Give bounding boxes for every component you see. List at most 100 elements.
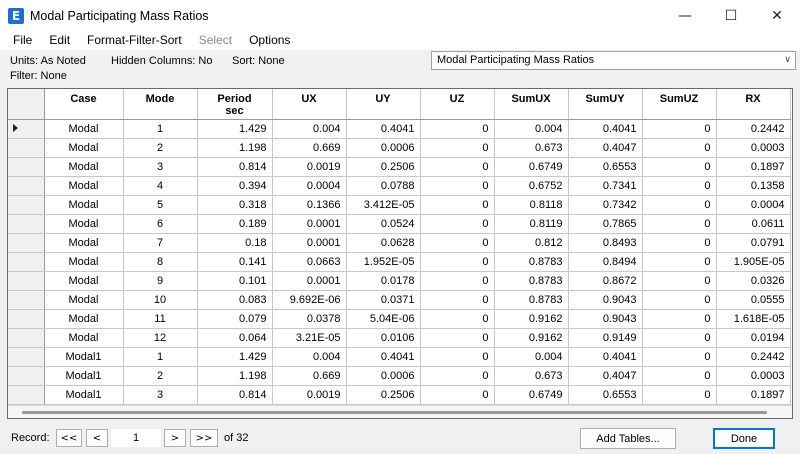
table-cell[interactable]: 0.0194 — [716, 328, 791, 348]
table-cell[interactable]: 0 — [420, 119, 495, 139]
table-cell[interactable]: 0.4041 — [346, 119, 421, 139]
row-selector[interactable] — [8, 366, 45, 386]
table-cell[interactable]: 0.9149 — [568, 328, 643, 348]
table-cell[interactable]: 0.0019 — [272, 157, 347, 177]
table-row[interactable]: Modal 10 0.083 9.692E-06 0.0371 0 0.8783 0.9043… — [8, 290, 791, 310]
row-selector[interactable] — [8, 271, 45, 291]
table-cell[interactable]: 6 — [123, 214, 198, 234]
table-cell[interactable]: 0 — [642, 252, 717, 272]
table-cell[interactable]: 0.669 — [272, 138, 347, 158]
table-row[interactable]: Modal1 2 1.198 0.669 0.0006 0 0.673 0.4047 0 0.00… — [8, 366, 791, 386]
scrollbar-thumb[interactable] — [22, 411, 767, 414]
table-cell[interactable]: 0 — [642, 366, 717, 386]
table-cell[interactable]: Modal — [44, 157, 124, 177]
table-cell[interactable]: 0.8493 — [568, 233, 643, 253]
table-cell[interactable]: 0 — [420, 252, 495, 272]
table-cell[interactable]: 0 — [420, 271, 495, 291]
row-selector[interactable] — [8, 252, 45, 272]
table-cell[interactable]: 0 — [420, 233, 495, 253]
table-cell[interactable]: 0.394 — [197, 176, 273, 196]
table-cell[interactable]: 0.18 — [197, 233, 273, 253]
table-cell[interactable]: 0.7865 — [568, 214, 643, 234]
table-cell[interactable]: 0.1897 — [716, 157, 791, 177]
horizontal-scrollbar[interactable] — [8, 405, 792, 418]
table-cell[interactable]: 0.9043 — [568, 309, 643, 329]
table-cell[interactable]: 0.4041 — [568, 347, 643, 367]
table-cell[interactable]: 0.0001 — [272, 214, 347, 234]
table-cell[interactable]: 0 — [642, 290, 717, 310]
table-cell[interactable]: 0.0788 — [346, 176, 421, 196]
table-cell[interactable]: 0.8783 — [494, 252, 569, 272]
table-cell[interactable]: 0.318 — [197, 195, 273, 215]
column-header-sumuz[interactable]: SumUZ — [642, 89, 717, 120]
table-cell[interactable]: 0.8118 — [494, 195, 569, 215]
last-record-button[interactable]: >> — [190, 429, 218, 447]
table-cell[interactable]: 0.101 — [197, 271, 273, 291]
table-cell[interactable]: 0.2506 — [346, 385, 421, 405]
table-cell[interactable]: 12 — [123, 328, 198, 348]
table-cell[interactable]: 0.814 — [197, 385, 273, 405]
table-cell[interactable]: Modal — [44, 195, 124, 215]
table-cell[interactable]: 0 — [642, 176, 717, 196]
column-header-uy[interactable]: UY — [346, 89, 421, 120]
table-cell[interactable]: 0.0628 — [346, 233, 421, 253]
table-cell[interactable]: 0.0019 — [272, 385, 347, 405]
table-cell[interactable]: 0.0001 — [272, 271, 347, 291]
table-cell[interactable]: 0.1366 — [272, 195, 347, 215]
table-cell[interactable]: Modal1 — [44, 347, 124, 367]
minimize-button[interactable]: — — [662, 0, 708, 32]
table-cell[interactable]: 8 — [123, 252, 198, 272]
first-record-button[interactable]: << — [56, 429, 82, 447]
table-cell[interactable]: 0.004 — [272, 119, 347, 139]
table-cell[interactable]: Modal — [44, 138, 124, 158]
table-row[interactable]: Modal1 3 0.814 0.0019 0.2506 0 0.6749 0.6553 0 0.… — [8, 385, 791, 405]
table-cell[interactable]: 0 — [642, 157, 717, 177]
table-cell[interactable]: Modal — [44, 176, 124, 196]
column-header-case[interactable]: Case — [44, 89, 124, 120]
table-cell[interactable]: 0 — [420, 290, 495, 310]
table-cell[interactable]: 0.2442 — [716, 119, 791, 139]
table-cell[interactable]: 0.669 — [272, 366, 347, 386]
table-cell[interactable]: 0.079 — [197, 309, 273, 329]
table-cell[interactable]: 0 — [642, 138, 717, 158]
table-row[interactable]: Modal 4 0.394 0.0004 0.0788 0 0.6752 0.7341 0 0.1… — [8, 176, 791, 196]
table-cell[interactable]: 0.6553 — [568, 157, 643, 177]
table-cell[interactable]: 9.692E-06 — [272, 290, 347, 310]
table-cell[interactable]: 0 — [642, 233, 717, 253]
table-cell[interactable]: 0.4041 — [346, 347, 421, 367]
table-cell[interactable]: 1.429 — [197, 347, 273, 367]
table-cell[interactable]: 2 — [123, 366, 198, 386]
row-selector[interactable] — [8, 347, 45, 367]
table-cell[interactable]: 0 — [642, 195, 717, 215]
data-grid[interactable]: Case Mode Period sec UX UY UZ SumUX SumUY SumUZ R… — [7, 88, 793, 419]
table-cell[interactable]: Modal — [44, 214, 124, 234]
column-header-uz[interactable]: UZ — [420, 89, 495, 120]
table-cell[interactable]: 0 — [642, 214, 717, 234]
table-cell[interactable]: 3.412E-05 — [346, 195, 421, 215]
table-cell[interactable]: 0.2506 — [346, 157, 421, 177]
table-cell[interactable]: 0.8672 — [568, 271, 643, 291]
row-selector[interactable] — [8, 233, 45, 253]
table-row[interactable]: Modal1 1 1.429 0.004 0.4041 0 0.004 0.4041 0 0.24… — [8, 347, 791, 367]
table-cell[interactable]: 0.0004 — [272, 176, 347, 196]
table-cell[interactable]: 0.064 — [197, 328, 273, 348]
table-cell[interactable]: 0.004 — [494, 347, 569, 367]
table-cell[interactable]: 0 — [642, 347, 717, 367]
table-cell[interactable]: 0.8119 — [494, 214, 569, 234]
table-cell[interactable]: 3.21E-05 — [272, 328, 347, 348]
table-cell[interactable]: Modal1 — [44, 366, 124, 386]
table-cell[interactable]: 1.198 — [197, 366, 273, 386]
table-cell[interactable]: 0 — [420, 138, 495, 158]
table-cell[interactable]: 0.0006 — [346, 366, 421, 386]
table-cell[interactable]: 0.7342 — [568, 195, 643, 215]
table-cell[interactable]: 0.673 — [494, 138, 569, 158]
row-selector[interactable] — [8, 138, 45, 158]
row-selector[interactable] — [8, 157, 45, 177]
done-button[interactable]: Done — [713, 428, 775, 449]
table-cell[interactable]: 0 — [420, 195, 495, 215]
table-row[interactable]: Modal 5 0.318 0.1366 3.412E-05 0 0.8118 0.7342 0… — [8, 195, 791, 215]
menu-edit[interactable]: Edit — [41, 33, 79, 47]
table-cell[interactable]: 0.0178 — [346, 271, 421, 291]
table-row[interactable]: Modal 8 0.141 0.0663 1.952E-05 0 0.8783 0.8494 0… — [8, 252, 791, 272]
table-cell[interactable]: 0.9162 — [494, 328, 569, 348]
